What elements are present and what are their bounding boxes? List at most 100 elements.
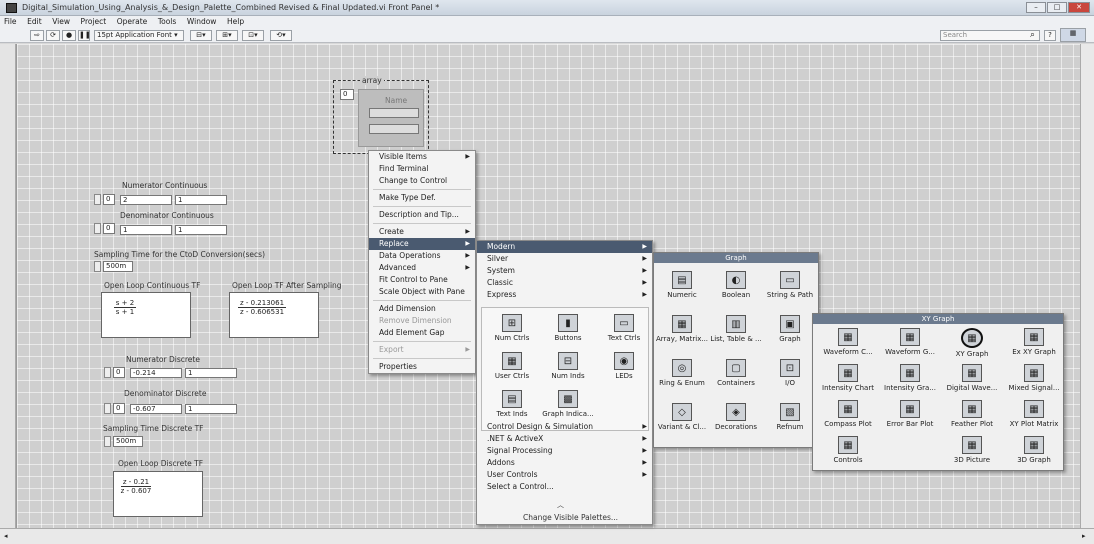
numerator-discrete-index-spinner[interactable] [104, 367, 111, 378]
vertical-scrollbar[interactable] [1080, 44, 1094, 528]
context-menu-item-advanced[interactable]: Advanced ▶ [369, 262, 475, 274]
context-menu-item-fit-control-to-pane[interactable]: Fit Control to Pane [369, 274, 475, 286]
modern-item-refnum[interactable]: ▧ Refnum [764, 403, 816, 431]
xy-item-intensity-gra[interactable]: ▦ Intensity Gra... [881, 364, 939, 392]
numerator-continuous-index[interactable]: 0 [103, 194, 115, 205]
xy-item-waveform-c[interactable]: ▦ Waveform C... [819, 328, 877, 356]
reorder-icon[interactable]: ⟲▾ [270, 30, 292, 41]
cluster-field-2[interactable] [369, 124, 419, 134]
change-visible-palettes[interactable]: Change Visible Palettes... [523, 513, 618, 522]
denominator-discrete-value-2[interactable]: 1 [185, 404, 237, 414]
context-menu-item-properties[interactable]: Properties [369, 361, 475, 373]
scroll-right-icon[interactable]: ▸ [1082, 532, 1086, 540]
menu-window[interactable]: Window [187, 17, 217, 26]
selected-array-control[interactable]: array 0 Name [333, 76, 429, 154]
numerator-continuous-index-spinner[interactable] [94, 194, 101, 205]
denominator-discrete-index[interactable]: 0 [113, 403, 125, 414]
xy-item-3d-picture[interactable]: ▦ 3D Picture [943, 436, 1001, 464]
denominator-discrete-value-1[interactable]: -0.607 [130, 404, 182, 414]
search-icon[interactable]: ⌕ [1030, 30, 1035, 40]
font-select[interactable]: 15pt Application Font ▾ [94, 30, 184, 41]
numerator-discrete-value-2[interactable]: 1 [185, 368, 237, 378]
menu-edit[interactable]: Edit [27, 17, 42, 26]
denominator-discrete-index-spinner[interactable] [104, 403, 111, 414]
distribute-objects-icon[interactable]: ⊞▾ [216, 30, 238, 41]
modern-item-numeric[interactable]: ▤ Numeric [656, 271, 708, 299]
xy-item-xy-plot-matrix[interactable]: ▦ XY Plot Matrix [1005, 400, 1063, 428]
replace-item-classic[interactable]: Classic ▶ [477, 277, 652, 289]
replace-item-silver[interactable]: Silver ▶ [477, 253, 652, 265]
context-menu-item-visible-items[interactable]: Visible Items ▶ [369, 151, 475, 163]
express-item-user-ctrls[interactable]: ▦ User Ctrls [486, 352, 538, 380]
maximize-button[interactable]: □ [1047, 2, 1067, 13]
xy-item-error-bar-plot[interactable]: ▦ Error Bar Plot [881, 400, 939, 428]
xy-item-controls[interactable]: ▦ Controls [819, 436, 877, 464]
context-menu-item-description-and-tip[interactable]: Description and Tip... [369, 209, 475, 221]
express-item-num-ctrls[interactable]: ⊞ Num Ctrls [486, 314, 538, 342]
sampling-time-discrete-spinner[interactable] [104, 436, 111, 447]
modern-item-array-matrix[interactable]: ▦ Array, Matrix... [656, 315, 708, 343]
horizontal-scrollbar[interactable]: ◂ ▸ [0, 528, 1094, 544]
replace-item-select-a-control[interactable]: Select a Control... [477, 481, 652, 493]
context-menu-item-remove-dimension[interactable]: Remove Dimension [369, 315, 475, 327]
express-item-text-ctrls[interactable]: ▭ Text Ctrls [598, 314, 650, 342]
replace-item-modern[interactable]: Modern ▶ [477, 241, 652, 253]
xy-item-digital-wave[interactable]: ▦ Digital Wave... [943, 364, 1001, 392]
xy-item-mixed-signal[interactable]: ▦ Mixed Signal... [1005, 364, 1063, 392]
sampling-time-ctod-value[interactable]: 500m [103, 261, 133, 272]
numerator-continuous-value-1[interactable]: 2 [120, 195, 172, 205]
express-item-graph-indica[interactable]: ▩ Graph Indica... [542, 390, 594, 418]
context-menu-item-scale-object-with-pane[interactable]: Scale Object with Pane [369, 286, 475, 298]
context-menu-item-add-dimension[interactable]: Add Dimension [369, 303, 475, 315]
numerator-continuous-value-2[interactable]: 1 [175, 195, 227, 205]
context-menu-item-change-to-control[interactable]: Change to Control [369, 175, 475, 187]
xy-item-feather-plot[interactable]: ▦ Feather Plot [943, 400, 1001, 428]
context-menu-item-data-operations[interactable]: Data Operations ▶ [369, 250, 475, 262]
resize-objects-icon[interactable]: ⊡▾ [242, 30, 264, 41]
array-index[interactable]: 0 [340, 89, 354, 100]
run-continuously-icon[interactable]: ⟳ [46, 30, 60, 41]
menu-help[interactable]: Help [227, 17, 244, 26]
expand-chevron-icon[interactable]: ︿ [557, 500, 564, 510]
xy-item-waveform-g[interactable]: ▦ Waveform G... [881, 328, 939, 356]
denominator-continuous-index-spinner[interactable] [94, 223, 101, 234]
modern-item-graph[interactable]: ▣ Graph [764, 315, 816, 343]
search-input[interactable]: Search [940, 30, 1040, 41]
denominator-continuous-value-1[interactable]: 1 [120, 225, 172, 235]
xy-item-intensity-chart[interactable]: ▦ Intensity Chart [819, 364, 877, 392]
modern-item-variant-cl[interactable]: ◇ Variant & Cl... [656, 403, 708, 431]
replace-item-net-activex[interactable]: .NET & ActiveX ▶ [477, 433, 652, 445]
replace-item-user-controls[interactable]: User Controls ▶ [477, 469, 652, 481]
modern-item-boolean[interactable]: ◐ Boolean [710, 271, 762, 299]
menu-file[interactable]: File [4, 17, 17, 26]
denominator-continuous-index[interactable]: 0 [103, 223, 115, 234]
menu-operate[interactable]: Operate [117, 17, 148, 26]
replace-item-control-design-simulation[interactable]: Control Design & Simulation ▶ [477, 421, 652, 433]
replace-item-addons[interactable]: Addons ▶ [477, 457, 652, 469]
replace-item-system[interactable]: System ▶ [477, 265, 652, 277]
replace-item-express[interactable]: Express ▶ [477, 289, 652, 301]
cluster-field-1[interactable] [369, 108, 419, 118]
pause-icon[interactable]: ❚❚ [78, 30, 91, 41]
xy-item-xy-graph[interactable]: ▦ XY Graph [943, 328, 1001, 358]
help-icon[interactable]: ? [1044, 30, 1056, 41]
xy-item-3d-graph[interactable]: ▦ 3D Graph [1005, 436, 1063, 464]
sampling-time-discrete-value[interactable]: 500m [113, 436, 143, 447]
replace-item-signal-processing[interactable]: Signal Processing ▶ [477, 445, 652, 457]
modern-item-list-table[interactable]: ▥ List, Table & ... [710, 315, 762, 343]
context-menu-item-replace[interactable]: Replace ▶ [369, 238, 475, 250]
modern-item-i-o[interactable]: ⊡ I/O [764, 359, 816, 387]
numerator-discrete-value-1[interactable]: -0.214 [130, 368, 182, 378]
express-item-buttons[interactable]: ▮ Buttons [542, 314, 594, 342]
menu-project[interactable]: Project [81, 17, 107, 26]
express-item-text-inds[interactable]: ▤ Text Inds [486, 390, 538, 418]
sampling-time-ctod-spinner[interactable] [94, 261, 101, 272]
modern-item-ring-enum[interactable]: ◎ Ring & Enum [656, 359, 708, 387]
context-menu-item-export[interactable]: Export ▶ [369, 344, 475, 356]
abort-icon[interactable]: ● [62, 30, 76, 41]
express-item-leds[interactable]: ◉ LEDs [598, 352, 650, 380]
modern-item-decorations[interactable]: ◈ Decorations [710, 403, 762, 431]
align-objects-icon[interactable]: ⊟▾ [190, 30, 212, 41]
context-menu-item-add-element-gap[interactable]: Add Element Gap [369, 327, 475, 339]
xy-item-compass-plot[interactable]: ▦ Compass Plot [819, 400, 877, 428]
